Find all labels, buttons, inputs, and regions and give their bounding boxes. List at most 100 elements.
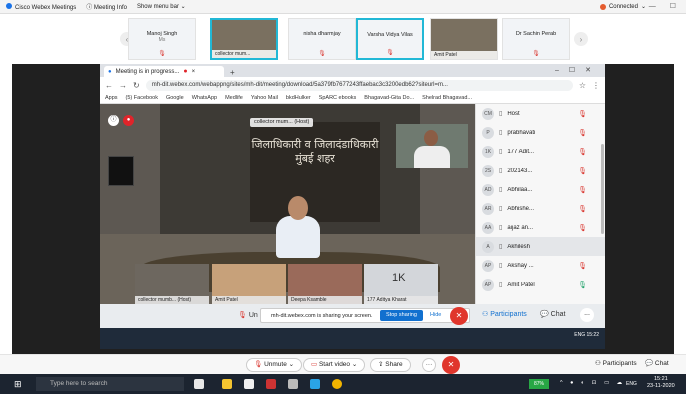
participant-tile[interactable]: Dr Sachin Perab 🎙 xyxy=(502,18,570,60)
inner-unmute-button[interactable]: 🎙 Un xyxy=(238,311,258,319)
participant-tile[interactable]: Varsha Vidya Vilas 🎙 xyxy=(356,18,424,60)
initials-avatar: 1K xyxy=(392,272,406,284)
inner-participants-button[interactable]: ⚇ Participants xyxy=(482,310,527,318)
bookmark-item[interactable]: Medlife xyxy=(225,95,243,101)
corner-video-person xyxy=(396,124,468,168)
browser-window-controls[interactable]: –☐✕ xyxy=(555,66,601,74)
language-indicator[interactable]: ENG xyxy=(626,381,637,387)
chat-button[interactable]: 💬 Chat xyxy=(638,358,676,372)
webex-app-title: Cisco Webex Meetings xyxy=(6,2,76,11)
strip-next-button[interactable]: › xyxy=(574,32,588,46)
share-icon: ⇪ xyxy=(378,361,384,368)
bookmark-item[interactable]: bkdHulker xyxy=(286,95,311,101)
chrome-icon[interactable] xyxy=(332,379,342,389)
battery-indicator[interactable]: 87% xyxy=(529,379,549,389)
device-icon: ▯ xyxy=(499,187,503,193)
meeting-info-button[interactable]: ⓘ Meeting Info xyxy=(86,2,127,11)
forward-icon[interactable]: → xyxy=(119,81,127,90)
avatar: AA xyxy=(482,221,494,234)
inner-more-button[interactable]: ... xyxy=(580,308,594,322)
mic-on-icon[interactable]: 🎙 xyxy=(578,281,587,289)
participant-tile[interactable]: collector mum... xyxy=(210,18,278,60)
participant-list-item[interactable]: 1K ▯ 177 Adit... 🎙 xyxy=(476,142,605,161)
participant-tile[interactable]: Amit Patel xyxy=(430,18,498,60)
inner-chat-button[interactable]: 💬 Chat xyxy=(540,310,565,318)
bookmark-item[interactable]: WhatsApp xyxy=(192,95,217,101)
participant-tile[interactable]: nisha dharmjay 🎙 xyxy=(288,18,356,60)
mic-muted-icon[interactable]: 🎙 xyxy=(578,224,587,232)
participant-list-item[interactable]: 2S ▯ 202143... 🎙 xyxy=(476,161,605,180)
stop-sharing-button[interactable]: Stop sharing xyxy=(380,310,423,321)
window-controls[interactable]: — ☐ xyxy=(649,2,682,10)
store-icon[interactable] xyxy=(244,379,254,389)
file-explorer-icon[interactable] xyxy=(222,379,232,389)
main-video-label: collector mum... (Host) xyxy=(250,118,314,127)
mic-muted-icon[interactable]: 🎙 xyxy=(578,110,587,118)
start-video-button[interactable]: ▭ Start video ⌄ xyxy=(303,358,366,372)
participant-tile[interactable]: Manoj Singh Ms 🎙 xyxy=(128,18,196,60)
star-icon[interactable]: ☆ xyxy=(579,81,586,90)
bookmark-item[interactable]: Apps xyxy=(105,95,118,101)
calculator-icon[interactable] xyxy=(288,379,298,389)
windows-start-icon[interactable]: ⊞ xyxy=(14,379,24,389)
participant-list-item[interactable]: A ▯ Akhilesh xyxy=(476,237,605,256)
info-icon[interactable]: ⓘ xyxy=(108,115,119,126)
close-tab-icon[interactable]: × xyxy=(192,69,196,75)
new-tab-button[interactable]: + xyxy=(230,68,235,77)
record-icon[interactable]: ● xyxy=(123,115,134,126)
mic-muted-icon[interactable]: 🎙 xyxy=(578,262,587,270)
share-button[interactable]: ⇪ Share xyxy=(370,358,411,372)
taskbar-clock[interactable]: 15:21 23-11-2020 xyxy=(647,376,675,390)
more-options-button[interactable]: ··· xyxy=(422,358,436,372)
url-input[interactable]: mh-dit.webex.com/webappng/sites/mh-dit/m… xyxy=(145,79,573,91)
app-icon[interactable] xyxy=(266,379,276,389)
bookmark-item[interactable]: Google xyxy=(166,95,184,101)
participant-tile-sub: Ms xyxy=(158,37,166,43)
participant-list-item[interactable]: AP ▯ Akshay ... 🎙 xyxy=(476,256,605,275)
participant-list-item[interactable]: AA ▯ aijaz an... 🎙 xyxy=(476,218,605,237)
unmute-button[interactable]: 🎙 Unmute ⌄ xyxy=(246,358,303,372)
bookmark-item[interactable]: SpARC ebooks xyxy=(319,95,357,101)
browser-tab[interactable]: ● Meeting is in progress... ● × xyxy=(104,66,224,77)
task-view-icon[interactable] xyxy=(194,379,204,389)
participants-button[interactable]: ⚇ Participants xyxy=(588,358,644,372)
hide-button[interactable]: Hide xyxy=(430,310,441,321)
video-thumbnail[interactable]: collector mumb... (Host) xyxy=(135,264,209,304)
mic-muted-icon[interactable]: 🎙 xyxy=(578,186,587,194)
avatar: AD xyxy=(482,183,494,196)
video-wood-panel xyxy=(250,122,380,222)
video-thumbnail[interactable]: 1K 177 Aditya Kharat xyxy=(364,264,438,304)
back-icon[interactable]: ← xyxy=(105,81,113,90)
reload-icon[interactable]: ↻ xyxy=(133,81,140,90)
participant-list-item[interactable]: CM ▯ Host 🎙 xyxy=(476,104,605,123)
connection-dot-icon xyxy=(599,3,606,10)
end-call-button[interactable]: ✕ xyxy=(442,356,460,374)
show-menu-bar-button[interactable]: Show menu bar ⌄ xyxy=(137,3,186,10)
mic-muted-icon: 🎙 xyxy=(532,51,540,57)
connection-status[interactable]: Connected ⌄ xyxy=(599,3,646,10)
taskbar-search-input[interactable]: Type here to search xyxy=(36,377,184,391)
bookmark-item[interactable]: (5) Facebook xyxy=(126,95,158,101)
inner-end-call-button[interactable]: ✕ xyxy=(450,307,468,325)
participant-list-scrollbar[interactable] xyxy=(601,144,604,234)
mic-muted-icon[interactable]: 🎙 xyxy=(578,129,587,137)
device-icon: ▯ xyxy=(499,111,503,117)
mic-muted-icon[interactable]: 🎙 xyxy=(578,205,587,213)
participant-list-item[interactable]: P ▯ prabhavati 🎙 xyxy=(476,123,605,142)
webex-taskbar-icon[interactable] xyxy=(310,379,320,389)
participant-list-item[interactable]: AP ▯ Amit Patel 🎙 xyxy=(476,275,605,294)
participant-tile-name: Dr Sachin Perab xyxy=(515,31,557,37)
main-video[interactable]: जिलाधिकारी व जिलादंडाधिकारी मुंबई शहर co… xyxy=(100,104,475,304)
bookmark-item[interactable]: Yahoo Mail xyxy=(251,95,278,101)
bookmark-item[interactable]: Bhagavad-Gita Do... xyxy=(364,95,414,101)
bookmark-item[interactable]: Shelrad Bhagavad... xyxy=(422,95,472,101)
participant-list-item[interactable]: AR ▯ Abhishe... 🎙 xyxy=(476,199,605,218)
video-thumbnail[interactable]: Amit Patel xyxy=(212,264,286,304)
video-thumbnail[interactable]: Deepa Ksamble xyxy=(288,264,362,304)
mic-muted-icon[interactable]: 🎙 xyxy=(578,167,587,175)
video-overlay-icons: ⓘ ● xyxy=(108,115,134,126)
mic-muted-icon[interactable]: 🎙 xyxy=(578,148,587,156)
system-tray-icons[interactable]: ^ ● ◐ ⊡ ▭ ☁ xyxy=(560,380,625,386)
extensions-icon[interactable]: ⋮ xyxy=(592,81,600,90)
participant-list-item[interactable]: AD ▯ Abhilaa... 🎙 xyxy=(476,180,605,199)
